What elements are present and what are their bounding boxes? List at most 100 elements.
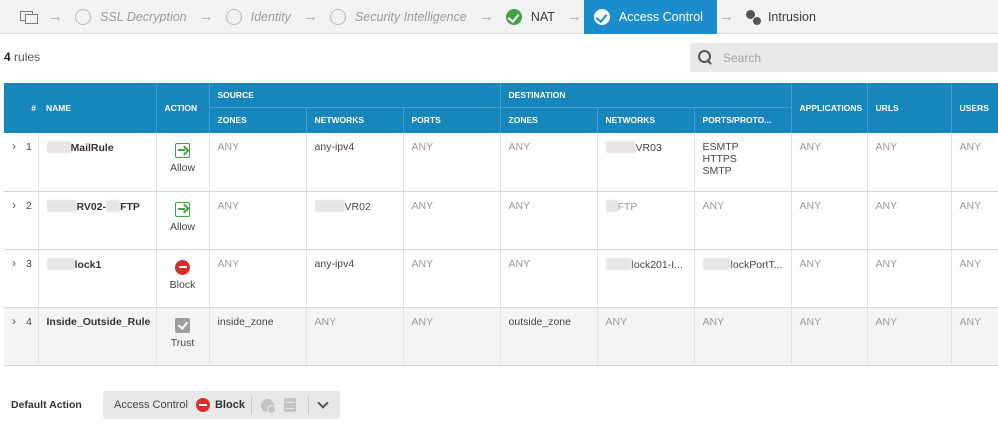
rule-number: 4 [26,307,39,366]
rule-name[interactable]: lock1 [37,249,157,308]
table-row[interactable]: › 1 MailRule Allow ANY any-ipv4 ANY ANY … [4,133,998,192]
step-label: Access Control [618,9,703,24]
divider [307,396,309,414]
cell-urls: ANY [866,191,952,250]
cell-destination-ports: ANY [693,191,792,250]
logging-icon[interactable] [283,398,296,412]
column-header-number: # [4,83,39,133]
cell-destination-zones: outside_zone [499,307,598,366]
network-text: lock201-I... [631,258,683,271]
column-header-destination-ports[interactable]: PORTS/PROTO... [693,107,792,133]
cell-users: ANY [950,307,998,366]
arrow-icon: → [718,8,734,25]
arrow-icon: → [478,8,494,25]
trust-icon [175,317,191,333]
rule-number: 1 [26,133,39,192]
rule-count-label: rules [14,50,41,64]
network-text: VR02 [344,200,371,213]
cell-source-zones: ANY [208,249,307,308]
column-header-urls[interactable]: URLS [866,83,952,133]
column-header-source-networks[interactable]: NETWORKS [305,107,404,133]
redacted-text [605,199,618,212]
column-header-applications[interactable]: APPLICATIONS [790,83,868,133]
column-header-destination-networks[interactable]: NETWORKS [596,107,695,133]
cell-destination-networks: FTP [596,191,695,250]
redacted-text [702,257,731,270]
devices-icon[interactable] [20,10,38,24]
cell-source-networks: VR02 [305,191,404,250]
rule-count: 4 rules [4,50,40,64]
column-header-source-zones[interactable]: ZONES [208,107,307,133]
rules-table: # NAME ACTION SOURCE DESTINATION APPLICA… [4,83,998,366]
network-text: VR03 [635,142,662,154]
rule-name-text: MailRule [70,142,114,154]
arrow-icon: → [48,8,63,25]
column-header-users[interactable]: USERS [950,83,998,133]
table-row[interactable]: › 2 RV02- FTP Allow ANY VR02 ANY ANY FTP … [4,191,998,250]
rule-number: 2 [26,191,39,250]
rule-action[interactable]: Allow [155,133,210,192]
rule-action[interactable]: Block [155,249,210,308]
search-input[interactable] [723,50,973,65]
rule-name[interactable]: RV02- FTP [37,191,157,250]
cell-applications: ANY [790,249,868,308]
cell-urls: ANY [866,249,952,308]
divider [250,396,252,414]
step-ssl-decryption[interactable]: SSL Decryption [65,0,197,34]
rule-name-tail: FTP [120,200,140,213]
cell-urls: ANY [866,133,952,192]
rule-action-label: Allow [169,162,196,174]
expand-chevron-icon[interactable]: › [4,191,26,250]
step-intrusion[interactable]: Intrusion [736,0,826,34]
intrusion-icon [745,9,762,26]
column-header-destination-zones[interactable]: ZONES [499,107,598,133]
cell-source-networks: any-ipv4 [305,249,404,308]
default-action-policy: Access Control [114,399,188,411]
expand-chevron-icon[interactable]: › [4,249,26,308]
cell-destination-ports: ESMTP HTTPS SMTP [693,133,792,192]
step-access-control[interactable]: Access Control [583,0,717,34]
step-status-icon [225,8,242,25]
default-action-label: Default Action [11,399,82,411]
port-item: SMTP [702,165,732,177]
default-action-bar[interactable]: Access Control Block [103,391,340,419]
column-header-name[interactable]: NAME [38,83,157,133]
column-header-source-ports[interactable]: PORTS [402,107,501,133]
rule-name[interactable]: MailRule [37,133,157,192]
redacted-text [46,141,71,153]
rule-action[interactable]: Trust [155,307,210,366]
cell-destination-networks: lock201-I... [596,249,695,308]
step-identity[interactable]: Identity [216,0,301,34]
redacted-text [605,141,636,153]
rule-name[interactable]: Inside_Outside_Rule [37,307,157,366]
step-label: SSL Decryption [100,9,187,24]
expand-chevron-icon[interactable]: › [4,307,26,366]
table-row[interactable]: › 3 lock1 Block ANY any-ipv4 ANY ANY loc… [4,249,998,308]
chevron-down-icon[interactable] [317,397,329,409]
rule-action[interactable]: Allow [155,191,210,250]
network-text: FTP [617,200,638,213]
step-security-intelligence[interactable]: Security Intelligence [320,0,477,34]
cell-applications: ANY [790,191,868,250]
intrusion-policy-icon[interactable] [260,398,276,414]
block-icon [175,259,191,275]
step-status-icon [75,8,91,25]
default-action-value: Block [214,399,245,411]
block-icon [195,398,210,412]
port-text: lockPortT... [730,258,783,271]
arrow-icon: → [566,8,582,25]
rule-name-text: lock1 [74,258,102,271]
search-icon[interactable] [698,50,713,65]
cell-destination-networks: ANY [596,307,695,366]
table-row[interactable]: › 4 Inside_Outside_Rule Trust inside_zon… [4,307,998,366]
arrow-icon: → [302,8,318,25]
rule-action-label: Allow [169,220,196,233]
step-nat[interactable]: NAT [496,0,565,34]
cell-users: ANY [950,249,998,308]
cell-source-ports: ANY [402,307,501,366]
cell-source-zones: ANY [208,133,307,192]
group-header-destination: DESTINATION [499,83,792,108]
column-header-action[interactable]: ACTION [155,83,210,133]
expand-chevron-icon[interactable]: › [4,133,26,192]
check-icon [593,8,610,25]
